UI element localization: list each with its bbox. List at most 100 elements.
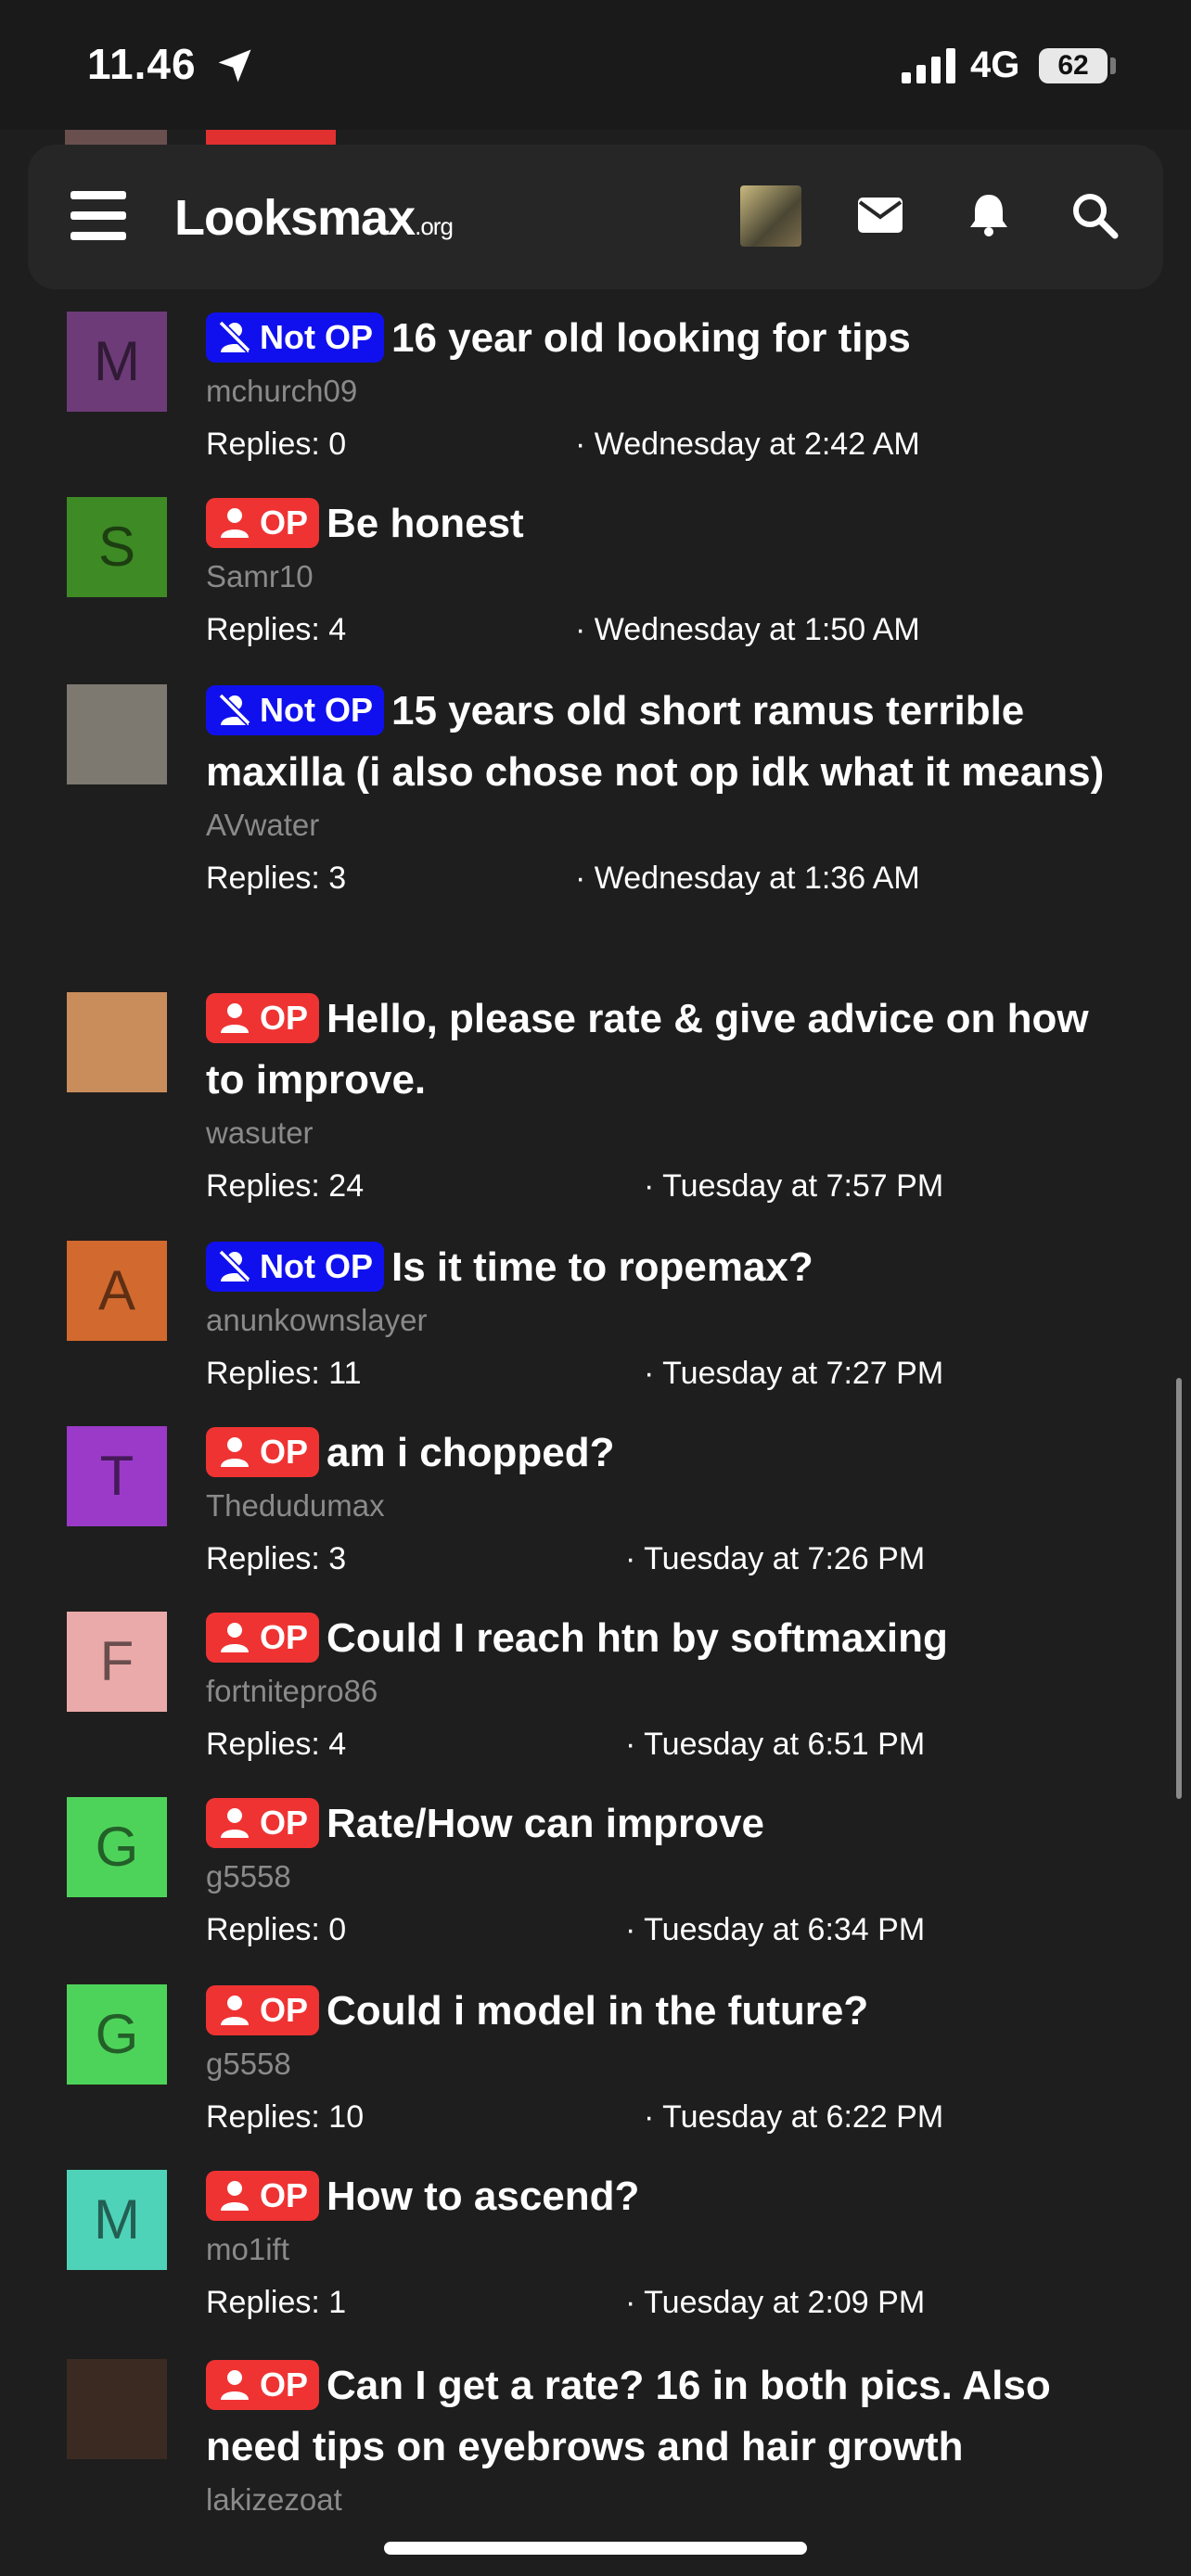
thread-meta: Replies: 1 · Tuesday at 2:09 PM: [206, 2276, 1133, 2331]
thread-title[interactable]: Not OP 15 years old short ramus terrible …: [206, 681, 1133, 803]
thread-date[interactable]: · Wednesday at 2:42 AM: [575, 427, 920, 463]
thread-author-avatar[interactable]: S: [67, 497, 167, 597]
thread-author[interactable]: mo1ift: [206, 2229, 1133, 2270]
op-badge: OP: [206, 1427, 320, 1477]
status-time: 11.46: [87, 40, 197, 88]
thread-date[interactable]: · Tuesday at 6:22 PM: [644, 2099, 943, 2136]
thread-date[interactable]: · Wednesday at 1:50 AM: [575, 612, 920, 648]
thread-author[interactable]: wasuter: [206, 1113, 1133, 1154]
thread-author-avatar[interactable]: [67, 684, 167, 784]
reply-count: Replies: 3: [206, 861, 347, 896]
thread-title[interactable]: OP How to ascend?: [206, 2166, 1133, 2227]
op-badge: OP: [206, 498, 320, 548]
scrollbar[interactable]: [1176, 1378, 1182, 1799]
thread-title[interactable]: OP am i chopped?: [206, 1422, 1133, 1484]
badge-label: OP: [260, 1433, 309, 1471]
thread-author-avatar[interactable]: [67, 2359, 167, 2459]
mail-icon[interactable]: [857, 197, 903, 234]
thread-meta: Replies: 24 · Tuesday at 7:57 PM: [206, 1159, 1133, 1215]
op-badge: OP: [206, 2171, 320, 2221]
thread-title[interactable]: OP Hello, please rate & give advice on ho…: [206, 988, 1133, 1111]
home-indicator[interactable]: [384, 2542, 807, 2555]
search-icon[interactable]: [1070, 191, 1119, 239]
op-badge: OP: [206, 993, 320, 1043]
badge-label: OP: [260, 1991, 309, 2029]
thread-author[interactable]: lakizezoat: [206, 2480, 1133, 2520]
thread-title-text[interactable]: am i chopped?: [327, 1430, 614, 1475]
person-icon: [221, 1808, 249, 1838]
thread-title-text[interactable]: Hello, please rate & give advice on how …: [206, 996, 1089, 1103]
badge-label: OP: [260, 2366, 309, 2404]
badge-label: Not OP: [260, 318, 373, 356]
thread-title-text[interactable]: Can I get a rate? 16 in both pics. Also …: [206, 2363, 1051, 2469]
thread-author[interactable]: AVwater: [206, 805, 1133, 846]
thread-author-avatar[interactable]: M: [67, 2170, 167, 2270]
location-arrow-icon: [218, 49, 251, 83]
thread-date[interactable]: · Tuesday at 6:34 PM: [625, 1912, 925, 1948]
thread-author[interactable]: g5558: [206, 2044, 1133, 2085]
person-icon: [221, 1003, 249, 1033]
battery-icon: 62: [1039, 48, 1108, 83]
thread-author-avatar[interactable]: [67, 992, 167, 1092]
thread-title-text[interactable]: Is it time to ropemax?: [391, 1244, 813, 1290]
thread-title[interactable]: OP Rate/How can improve: [206, 1793, 1133, 1855]
thread-meta: Replies: 0 · Wednesday at 2:42 AM: [206, 417, 1133, 473]
thread-author[interactable]: fortnitepro86: [206, 1671, 1133, 1712]
thread-date[interactable]: · Tuesday at 7:26 PM: [625, 1541, 925, 1577]
thread-title[interactable]: Not OP Is it time to ropemax?: [206, 1237, 1133, 1298]
thread-author-avatar[interactable]: T: [67, 1426, 167, 1526]
thread-date[interactable]: · Tuesday at 7:57 PM: [644, 1168, 943, 1205]
badge-label: OP: [260, 999, 309, 1037]
thread-title[interactable]: OP Could i model in the future?: [206, 1981, 1133, 2042]
thread-date[interactable]: · Tuesday at 6:51 PM: [625, 1727, 925, 1763]
site-logo[interactable]: Looksmax.org: [174, 189, 454, 247]
thread-title-text[interactable]: Could i model in the future?: [327, 1988, 868, 2034]
thread-author[interactable]: Thedudumax: [206, 1486, 1133, 1526]
battery-tip: [1110, 57, 1116, 74]
thread-author-avatar[interactable]: G: [67, 1797, 167, 1897]
thread-author[interactable]: anunkownslayer: [206, 1300, 1133, 1341]
cellular-signal-icon: [902, 48, 955, 83]
thread-date[interactable]: · Wednesday at 1:36 AM: [575, 861, 920, 897]
thread-title[interactable]: OP Can I get a rate? 16 in both pics. Als…: [206, 2355, 1133, 2478]
not-op-badge: Not OP: [206, 1242, 384, 1292]
thread-meta: Replies: 4 · Wednesday at 1:50 AM: [206, 603, 1133, 658]
reply-count: Replies: 10: [206, 2099, 365, 2135]
thread-author-avatar[interactable]: M: [67, 312, 167, 412]
thread-meta: Replies: 4 · Tuesday at 6:51 PM: [206, 1717, 1133, 1773]
bell-icon[interactable]: [967, 191, 1011, 237]
op-badge: OP: [206, 2360, 320, 2410]
op-badge: OP: [206, 1985, 320, 2035]
person-icon: [221, 508, 249, 538]
thread-title-text[interactable]: 16 year old looking for tips: [391, 315, 911, 361]
person-slash-icon: [218, 320, 251, 353]
person-icon: [221, 2370, 249, 2400]
hamburger-menu-icon[interactable]: [70, 191, 126, 241]
thread-title-text[interactable]: Could I reach htn by softmaxing: [327, 1615, 948, 1661]
reply-count: Replies: 1: [206, 2285, 347, 2320]
thread-title[interactable]: OP Could I reach htn by softmaxing: [206, 1608, 1133, 1669]
thread-author[interactable]: mchurch09: [206, 371, 1133, 412]
thread-title[interactable]: OP Be honest: [206, 493, 1133, 555]
op-badge: OP: [206, 1613, 320, 1663]
thread-title-text[interactable]: Be honest: [327, 501, 524, 546]
person-icon: [221, 1996, 249, 2025]
thread-date[interactable]: · Tuesday at 2:09 PM: [625, 2285, 925, 2321]
person-slash-icon: [218, 1249, 251, 1282]
person-slash-icon: [218, 693, 251, 726]
thread-author-avatar[interactable]: G: [67, 1984, 167, 2085]
reply-count: Replies: 0: [206, 427, 347, 462]
thread-author-avatar[interactable]: F: [67, 1612, 167, 1712]
person-icon: [221, 1623, 249, 1652]
thread-author[interactable]: g5558: [206, 1856, 1133, 1897]
thread-author-avatar[interactable]: A: [67, 1241, 167, 1341]
thread-title-text[interactable]: How to ascend?: [327, 2174, 639, 2219]
thread-title[interactable]: Not OP 16 year old looking for tips: [206, 308, 1133, 369]
thread-date[interactable]: · Tuesday at 7:27 PM: [644, 1356, 943, 1392]
thread-meta: Replies: 0 · Tuesday at 6:34 PM: [206, 1903, 1133, 1958]
thread-meta: Replies: 10 · Tuesday at 6:22 PM: [206, 2090, 1133, 2146]
reply-count: Replies: 0: [206, 1912, 347, 1947]
thread-title-text[interactable]: Rate/How can improve: [327, 1801, 764, 1846]
thread-author[interactable]: Samr10: [206, 556, 1133, 597]
user-avatar[interactable]: [740, 185, 801, 247]
